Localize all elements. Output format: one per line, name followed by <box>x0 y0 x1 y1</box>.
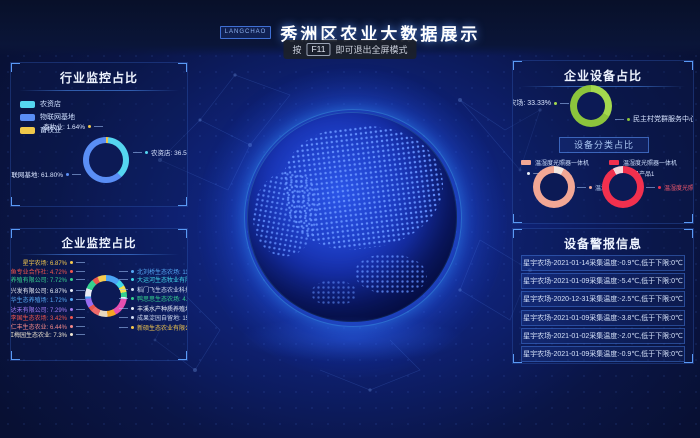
globe-rim <box>244 109 462 327</box>
device-label-right: 民主村党群服务中心: <box>615 114 694 124</box>
legend-swatch <box>20 101 35 108</box>
toast-suffix: 即可退出全屏模式 <box>336 43 408 56</box>
industry-panel-title: 行业监控占比 <box>11 69 187 86</box>
device-label-left: 星宇农场: 33.33% <box>515 98 569 108</box>
alarm-row: 星宇农场-2021-01-09采集温度:-5.4℃,低于下限:0℃ <box>521 273 685 289</box>
category-left-donut <box>533 166 575 208</box>
enterprise-label-left-3: 国兴发有限公司: 6.87% <box>11 286 85 295</box>
enterprise-label-left-4: 圣华生态养殖场: 1.72% <box>11 295 85 304</box>
alarm-row: 星宇农场-2021-01-02采集温度:-2.0℃,低于下限:0℃ <box>521 328 685 344</box>
legend-swatch <box>521 160 531 165</box>
industry-label-nongzidian: 农资店: 36.57% <box>133 147 188 157</box>
device-panel-title: 企业设备占比 <box>513 67 693 84</box>
dashboard: LANGCHAO 秀洲区农业大数据展示 按 F11 即可退出全屏模式 行业监控占… <box>0 0 700 438</box>
device-alarm-panel: 设备警报信息 星宇农场-2021-01-14采集温度:-0.9℃,低于下限:0℃… <box>512 228 694 364</box>
legend-label: 温湿度光照器一体机 <box>623 158 677 167</box>
enterprise-label-left-0: 星宇农场: 6.87% <box>11 258 85 267</box>
enterprise-label-left-8: 红梅园生态农业: 7.3% <box>11 330 85 339</box>
fullscreen-toast: 按 F11 即可退出全屏模式 <box>283 40 416 59</box>
legend-item-nongzidian[interactable]: 农资店 <box>20 99 75 109</box>
legend-label: 农资店 <box>40 99 61 109</box>
industry-label-xumuye: 畜牧业: 1.64% <box>21 121 103 131</box>
device-donut-chart <box>570 85 612 127</box>
enterprise-label-right-6: 新硕生态农业有限公司: 6.87% <box>119 323 188 332</box>
alarm-row: 星宇农场-2020-12-31采集温度:-2.5℃,低于下限:0℃ <box>521 291 685 307</box>
alarm-row: 星宇农场-2021-01-14采集温度:-0.9℃,低于下限:0℃ <box>521 255 685 271</box>
enterprise-label-left-2: 家腾养殖有限公司: 7.72% <box>11 275 85 284</box>
divider <box>19 90 179 91</box>
device-ratio-panel: 企业设备占比 星宇农场: 33.33% 民主村党群服务中心: 设备分类占比 温湿… <box>512 60 694 224</box>
floor-glow <box>238 316 466 362</box>
alarm-row: 星宇农场-2021-01-09采集温度:-0.9℃,低于下限:0℃ <box>521 346 685 362</box>
industry-monitor-panel: 行业监控占比 农资店 物联网基地 畜牧业 畜牧业: 1.64% 农资 <box>10 62 188 207</box>
enterprise-label-left-6: 李国生态农场: 3.42% <box>11 313 85 322</box>
enterprise-label-right-4: 丰溪水产种质养殖场: 1. <box>119 304 188 313</box>
f11-key-badge: F11 <box>306 43 330 56</box>
industry-donut-chart <box>83 137 129 183</box>
category-section-title: 设备分类占比 <box>559 137 649 153</box>
category-right-main-label: 温湿度光照器一 <box>646 183 694 192</box>
toast-prefix: 按 <box>292 43 301 56</box>
alarm-row: 星宇农场-2021-01-09采集温度:-3.8℃,低于下限:0℃ <box>521 310 685 326</box>
enterprise-label-right-1: 大运河生态牧业有限责任公 <box>119 275 188 284</box>
enterprise-label-right-2: 稻门飞生态农业科技有限公 <box>119 285 188 294</box>
divider <box>521 86 685 87</box>
logo-badge: LANGCHAO <box>220 26 272 39</box>
category-right-donut <box>602 166 644 208</box>
alarm-panel-title: 设备警报信息 <box>513 235 693 252</box>
legend-swatch <box>609 160 619 165</box>
enterprise-panel-title: 企业监控占比 <box>11 235 187 251</box>
enterprise-label-right-5: 成果淀园自留地: 15.02% <box>119 313 188 322</box>
industry-label-wulianwang: 物联网基地: 61.80% <box>15 169 81 179</box>
legend-label: 温湿度光照器一体机 <box>535 158 589 167</box>
legend-swatch <box>20 114 35 121</box>
enterprise-label-right-3: 鸭思思生态农场: 4.29 <box>119 294 188 303</box>
enterprise-monitor-panel: 企业监控占比 星宇农场: 6.87% 秀洲青鱼专业合作社: 4.72% 家腾养殖… <box>10 228 188 361</box>
divider <box>19 254 179 255</box>
